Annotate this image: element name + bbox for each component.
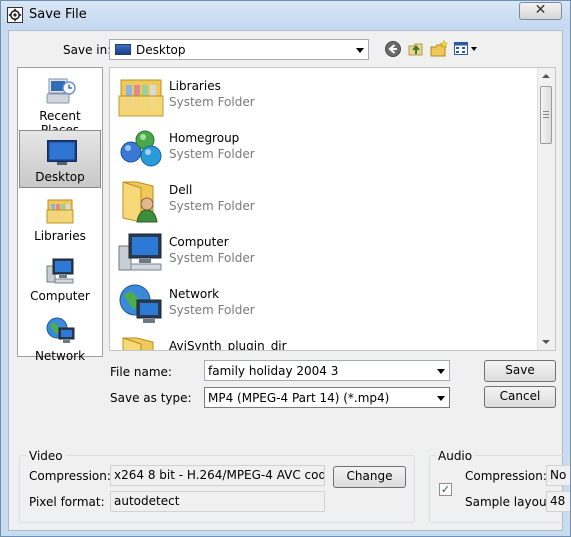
place-computer[interactable]: Computer [19,250,101,308]
list-item[interactable]: Homegroup System Folder [113,124,533,176]
audio-group-title: Audio [435,449,476,463]
gear-icon [7,7,23,23]
title-bar[interactable]: Save File ✕ [1,1,570,29]
file-name-combobox[interactable]: family holiday 2004 3 [204,360,450,381]
computer-icon [46,258,74,284]
file-type: System Folder [169,95,255,109]
close-button[interactable]: ✕ [519,2,562,20]
sample-layout-label: Sample layout: [465,495,556,509]
vertical-scrollbar[interactable] [537,68,555,350]
file-name: Libraries [169,79,221,93]
place-recent-places[interactable]: Recent Places [19,70,101,137]
place-label: Libraries [34,229,86,243]
place-label: Computer [30,289,90,303]
audio-compression-field: No [546,465,570,486]
save-file-dialog: Save File ✕ Save in: Desktop Recent Desk… [0,0,571,537]
file-list[interactable]: Libraries System Folder Homegroup System… [109,67,556,351]
desktop-icon [115,44,131,55]
save-in-value: Desktop [136,43,186,57]
list-item[interactable]: Libraries System Folder [113,72,533,124]
cancel-button[interactable]: Cancel [484,386,556,408]
pixel-format-label: Pixel format: [29,495,105,509]
scrollbar-thumb[interactable] [540,86,552,144]
list-item[interactable]: Dell System Folder [113,176,533,228]
pixel-format-field: autodetect [110,491,325,512]
libraries-icon [118,79,164,117]
file-type: System Folder [169,251,255,265]
save-in-dropdown[interactable]: Desktop [109,39,369,60]
file-name-label: File name: [110,365,172,379]
view-menu-icon[interactable] [453,40,479,58]
file-type: System Folder [169,199,255,213]
homegroup-icon [120,130,162,167]
place-label: Network [34,349,86,363]
file-name: Homegroup [169,131,240,145]
audio-enable-checkbox[interactable]: ✓ [439,483,452,496]
save-as-type-value: MP4 (MPEG-4 Part 14) (*.mp4) [208,391,390,405]
save-in-label: Save in: [63,43,112,57]
change-button[interactable]: Change [333,466,406,488]
grip-line [543,114,549,115]
network-icon [119,284,162,323]
computer-icon [118,233,162,271]
video-compression-label: Compression: [29,469,111,483]
scroll-down-icon[interactable] [542,340,550,344]
file-name-input[interactable]: family holiday 2004 3 [208,364,338,378]
file-name: Computer [169,235,229,249]
network-icon [46,317,75,343]
recent-places-icon [46,78,76,104]
window-title: Save File [29,7,87,22]
check-icon: ✓ [440,483,451,496]
video-group-title: Video [26,449,66,463]
place-desktop[interactable]: Desktop [19,130,101,188]
grip-line [543,111,549,112]
save-button[interactable]: Save [484,360,556,382]
list-item[interactable]: Network System Folder [113,280,533,332]
file-name: Dell [169,183,193,197]
save-as-type-dropdown[interactable]: MP4 (MPEG-4 Part 14) (*.mp4) [204,387,450,408]
file-name: Network [169,287,220,301]
chevron-down-icon [437,396,445,401]
video-compression-field: x264 8 bit - H.264/MPEG-4 AVC codec [110,465,325,486]
sample-layout-field: 48 [546,491,570,512]
new-folder-icon[interactable] [430,40,448,58]
audio-compression-label: Compression: [465,469,547,483]
place-label: Desktop [35,170,85,184]
scroll-up-icon[interactable] [542,74,550,78]
list-item[interactable]: AviSynth_plugin_dir [113,332,533,351]
places-bar: Recent Places Desktop Libraries [17,67,103,363]
chevron-down-icon[interactable] [437,369,445,374]
user-folder-icon [122,181,158,223]
grip-line [543,117,549,118]
close-icon: ✕ [534,2,547,18]
up-folder-icon[interactable] [407,40,425,58]
list-item[interactable]: Computer System Folder [113,228,533,280]
place-network[interactable]: Network [19,310,101,368]
chevron-down-icon [356,48,364,53]
file-type: System Folder [169,147,255,161]
dialog-body: Save in: Desktop Recent Desktop Librarie… [8,30,570,531]
file-type: System Folder [169,303,255,317]
save-as-type-label: Save as type: [110,391,192,405]
file-name: AviSynth_plugin_dir [169,339,287,351]
back-icon[interactable] [384,40,402,58]
place-libraries[interactable]: Libraries [19,190,101,248]
libraries-icon [46,199,74,224]
desktop-icon [47,140,77,165]
folder-icon [122,337,154,350]
